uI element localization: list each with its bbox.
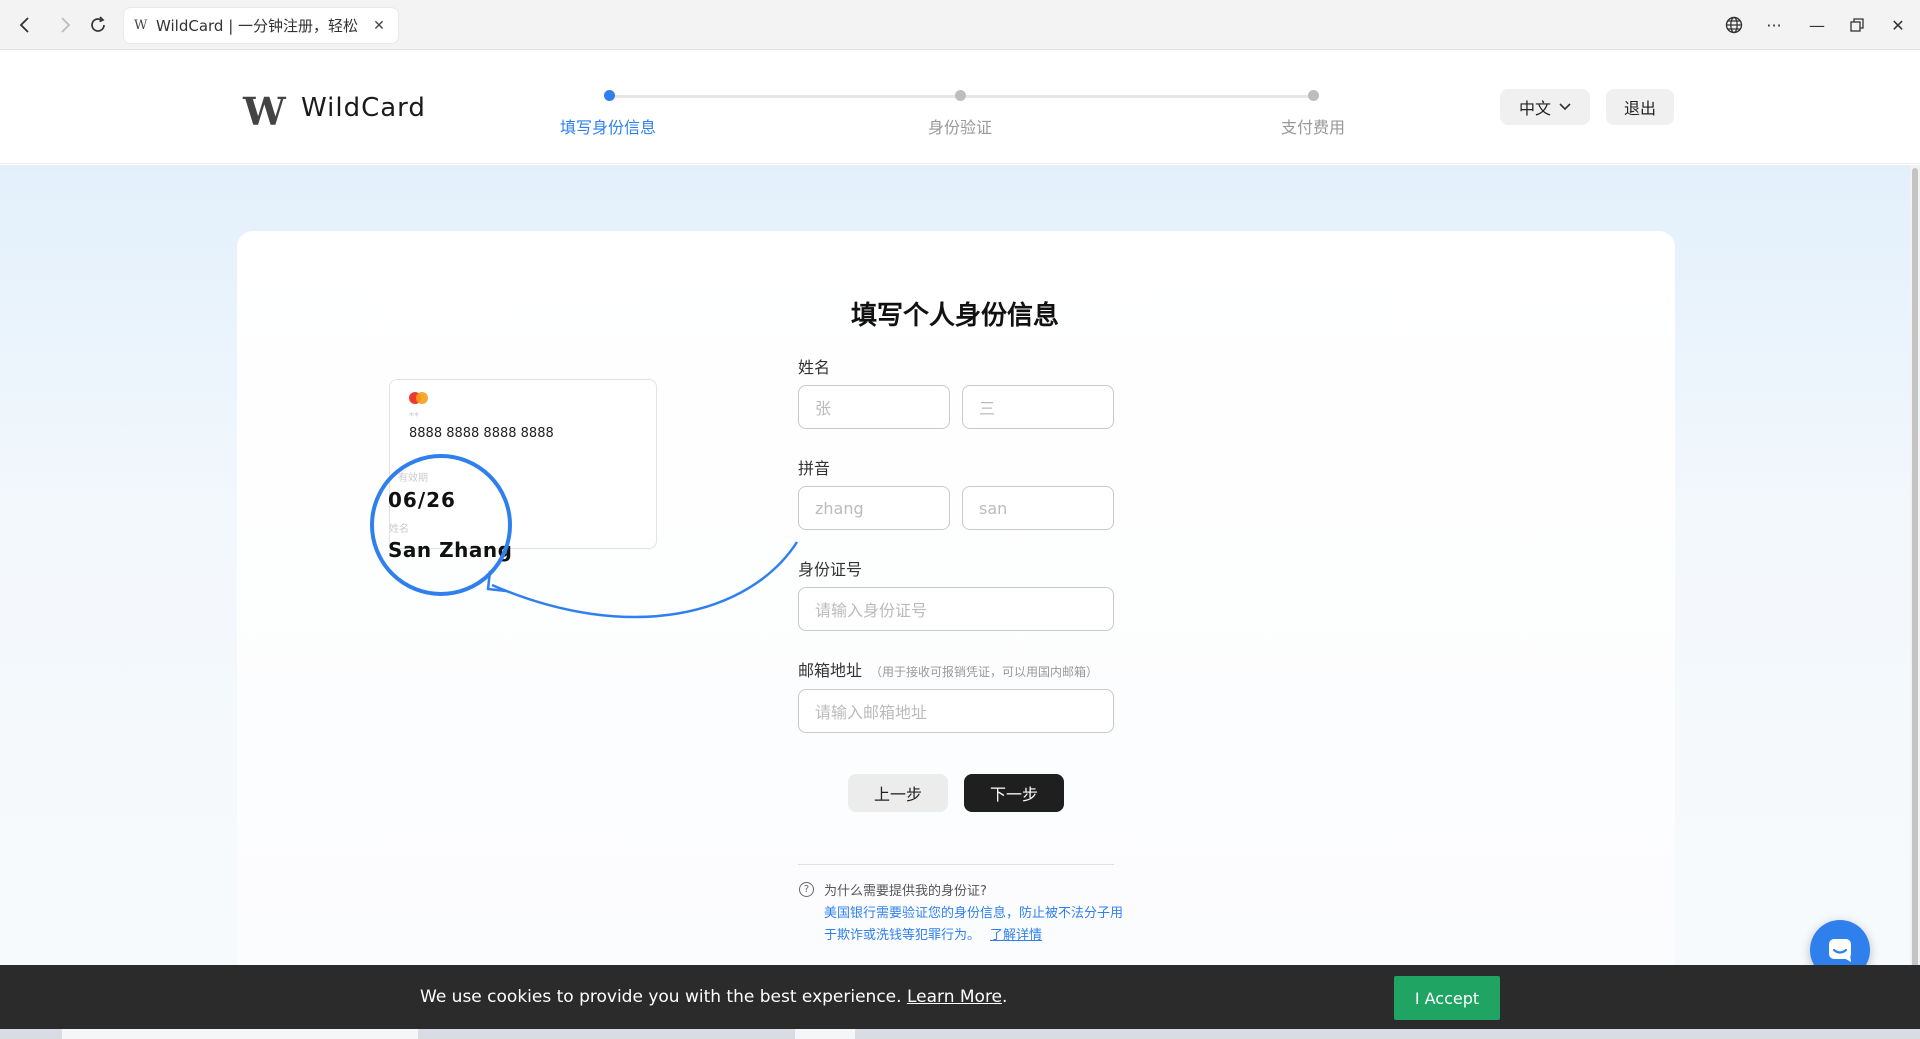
pinyin-surname-input[interactable]: zhang [798,486,950,530]
next-button[interactable]: 下一步 [964,774,1064,812]
logo-text[interactable]: WildCard [301,93,426,123]
tab-title: WildCard | 一分钟注册，轻松 [156,17,359,35]
logo-icon[interactable]: W [243,89,286,134]
step-dot-1 [604,90,615,101]
translate-icon[interactable] [1720,12,1748,38]
step-connector [960,95,1313,98]
minimize-icon[interactable]: — [1803,12,1831,38]
back-icon[interactable] [12,12,38,38]
question-icon: ? [799,882,814,897]
scrollbar-thumb[interactable] [1912,168,1918,978]
cookie-text: We use cookies to provide you with the b… [420,987,1007,1007]
prev-button[interactable]: 上一步 [848,774,948,812]
language-select[interactable]: 中文 [1500,89,1590,125]
step-connector [609,95,960,98]
accept-cookies-button[interactable]: I Accept [1394,976,1500,1020]
forward-icon[interactable] [52,12,78,38]
name-label: 姓名 [798,358,831,377]
taskbar-item[interactable] [795,1029,855,1039]
chevron-down-icon [1559,103,1571,111]
cookie-suffix: . [1002,987,1008,1007]
taskbar [0,1029,1920,1039]
step-dot-3 [1308,90,1319,101]
email-hint: （用于接收可报销凭证，可以用国内邮箱） [870,665,1099,679]
email-label: 邮箱地址 [798,661,863,680]
learn-more-link[interactable]: Learn More [907,987,1002,1007]
logout-button[interactable]: 退出 [1606,89,1674,125]
cookie-banner: We use cookies to provide you with the b… [0,965,1920,1029]
favicon-icon: W [134,18,148,33]
card-faint-mark: ** [409,411,419,422]
restore-icon[interactable] [1843,12,1871,38]
close-icon[interactable]: ✕ [370,18,388,34]
card-number: 8888 8888 8888 8888 [409,426,554,441]
id-number-input[interactable]: 请输入身份证号 [798,587,1114,631]
email-input[interactable]: 请输入邮箱地址 [798,689,1114,733]
cookie-message: We use cookies to provide you with the b… [420,987,902,1007]
language-label: 中文 [1518,99,1551,118]
site-header: W WildCard 填写身份信息 身份验证 支付费用 中文 退出 [0,51,1920,164]
reload-icon[interactable] [85,12,111,38]
more-icon[interactable]: ··· [1760,12,1788,38]
window-close-icon[interactable]: ✕ [1884,12,1912,38]
arrow-icon [486,541,799,619]
mastercard-logo-icon [416,392,428,404]
surname-input[interactable]: 张 [798,385,950,429]
divider [798,864,1114,865]
browser-tab[interactable]: W WildCard | 一分钟注册，轻松 ✕ [124,8,398,43]
step-label-payment: 支付费用 [1280,118,1345,137]
chat-icon [1829,939,1851,962]
step-label-verify: 身份验证 [927,118,992,137]
help-question: 为什么需要提供我的身份证? [824,884,987,899]
email-label-row: 邮箱地址 （用于接收可报销凭证，可以用国内邮箱） [798,657,1098,681]
given-name-input[interactable]: 三 [962,385,1114,429]
pinyin-label: 拼音 [798,459,831,478]
help-answer: 美国银行需要验证您的身份信息，防止被不法分子用于欺诈或洗钱等犯罪行为。 了解详情 [824,903,1124,947]
browser-toolbar: W WildCard | 一分钟注册，轻松 ✕ ··· — ✕ [0,0,1920,50]
learn-details-link[interactable]: 了解详情 [990,928,1042,943]
page-title: 填写个人身份信息 [850,301,1059,331]
taskbar-item[interactable] [62,1029,418,1039]
pinyin-given-input[interactable]: san [962,486,1114,530]
help-answer-text: 美国银行需要验证您的身份信息，防止被不法分子用于欺诈或洗钱等犯罪行为。 [824,906,1124,943]
step-label-identity: 填写身份信息 [559,118,656,137]
step-dot-2 [955,90,966,101]
id-label: 身份证号 [798,560,863,579]
